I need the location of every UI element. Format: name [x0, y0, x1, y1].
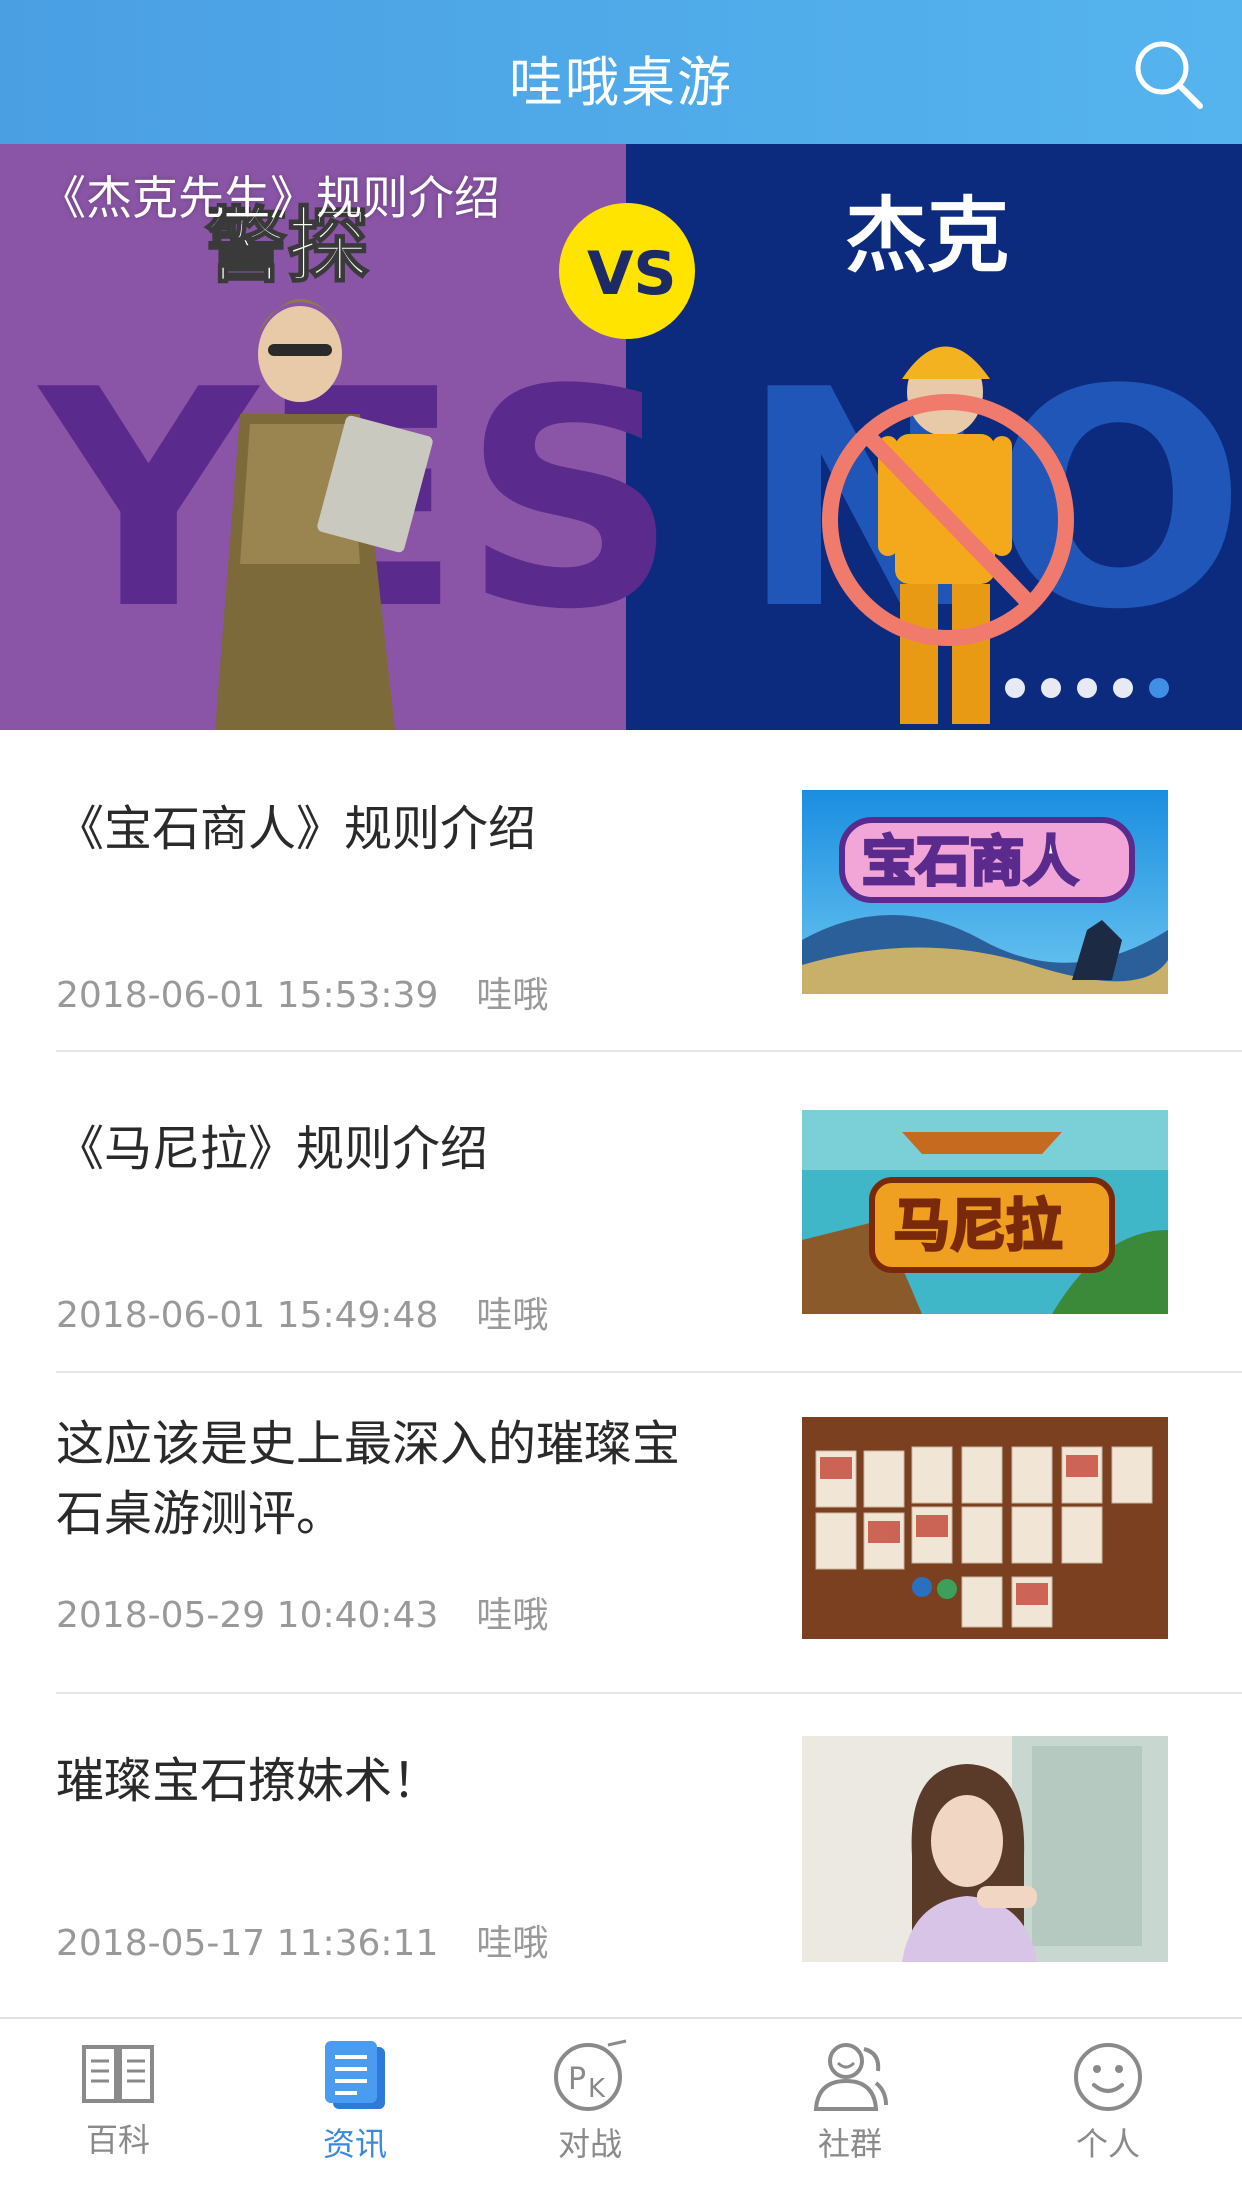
news-title: 《宝石商人》规则介绍: [56, 801, 537, 857]
news-list-item[interactable]: 璀璨宝石撩妹术！ 2018-05-17 11:36:11 哇哦: [0, 1694, 1242, 2014]
document-icon: [325, 2041, 385, 2109]
tab-label: 百科: [85, 2121, 150, 2159]
banner-artwork: YES NO 警探 杰克 VS: [35, 189, 1242, 730]
news-thumbnail: 宝石商人: [802, 790, 1168, 994]
news-meta: 2018-05-29 10:40:43 哇哦: [56, 1586, 548, 1638]
tab-geren[interactable]: 个人: [1028, 2039, 1188, 2199]
svg-text:P: P: [568, 2062, 586, 2097]
carousel-dot[interactable]: [1041, 678, 1061, 698]
news-list-item[interactable]: 《宝石商人》规则介绍 2018-06-01 15:53:39 哇哦 宝石商人: [0, 730, 1242, 1050]
bottom-tab-bar: 百科 资讯 P K 对战 社群 个人: [0, 2017, 1242, 2210]
pk-icon: P K: [554, 2039, 627, 2111]
tab-label: 社群: [817, 2125, 882, 2163]
news-title: 《马尼拉》规则介绍: [56, 1121, 489, 1177]
tab-label: 个人: [1075, 2125, 1140, 2163]
news-author: 哇哦: [476, 1923, 549, 1964]
tab-duizhan[interactable]: P K 对战: [510, 2039, 670, 2199]
news-thumbnail: 马尼拉: [802, 1110, 1168, 1314]
banner-right-heading: 杰克: [845, 189, 1009, 284]
news-meta: 2018-06-01 15:49:48 哇哦: [56, 1286, 548, 1338]
carousel-dot[interactable]: [1077, 678, 1097, 698]
news-thumbnail: [802, 1417, 1168, 1639]
tab-shequn[interactable]: 社群: [770, 2039, 930, 2199]
carousel-dot-active[interactable]: [1149, 678, 1169, 698]
news-title: 这应该是史上最深入的璀璨宝石桌游测评。: [56, 1416, 681, 1542]
tab-zixun[interactable]: 资讯: [275, 2039, 435, 2199]
app-header: 哇哦桌游: [0, 0, 1242, 144]
news-meta: 2018-06-01 15:53:39 哇哦: [56, 966, 548, 1018]
news-author: 哇哦: [476, 975, 549, 1016]
news-author: 哇哦: [476, 1595, 549, 1636]
news-title: 璀璨宝石撩妹术！: [56, 1753, 441, 1809]
tab-label: 资讯: [322, 2125, 387, 2163]
svg-text:K: K: [588, 2074, 606, 2104]
smiley-icon: [1074, 2043, 1142, 2111]
book-icon: [82, 2045, 154, 2103]
news-time: 2018-06-01 15:53:39: [56, 975, 439, 1016]
news-meta: 2018-05-17 11:36:11 哇哦: [56, 1914, 548, 1966]
people-icon: [813, 2043, 888, 2111]
news-list-item[interactable]: 《马尼拉》规则介绍 2018-06-01 15:49:48 哇哦 马尼拉: [0, 1052, 1242, 1372]
svg-text:宝石商人: 宝石商人: [862, 830, 1078, 893]
carousel-dot[interactable]: [1113, 678, 1133, 698]
banner-carousel[interactable]: YES NO 警探 杰克 VS: [0, 144, 1242, 730]
news-time: 2018-06-01 15:49:48: [56, 1295, 439, 1336]
tab-label: 对战: [557, 2125, 622, 2163]
news-time: 2018-05-17 11:36:11: [56, 1923, 439, 1964]
news-author: 哇哦: [476, 1295, 549, 1336]
news-list-item[interactable]: 这应该是史上最深入的璀璨宝石桌游测评。 2018-05-29 10:40:43 哇…: [0, 1373, 1242, 1693]
svg-text:马尼拉: 马尼拉: [894, 1194, 1062, 1259]
vs-text: VS: [587, 239, 677, 309]
search-button[interactable]: [1128, 34, 1208, 114]
news-time: 2018-05-29 10:40:43: [56, 1595, 439, 1636]
search-icon: [1135, 41, 1203, 109]
banner-title: 《杰克先生》规则介绍: [40, 171, 500, 225]
carousel-dot[interactable]: [1005, 678, 1025, 698]
tab-baike[interactable]: 百科: [38, 2039, 198, 2199]
news-thumbnail: [802, 1736, 1168, 1962]
page-title: 哇哦桌游: [509, 51, 733, 114]
carousel-indicator: [1005, 678, 1169, 698]
